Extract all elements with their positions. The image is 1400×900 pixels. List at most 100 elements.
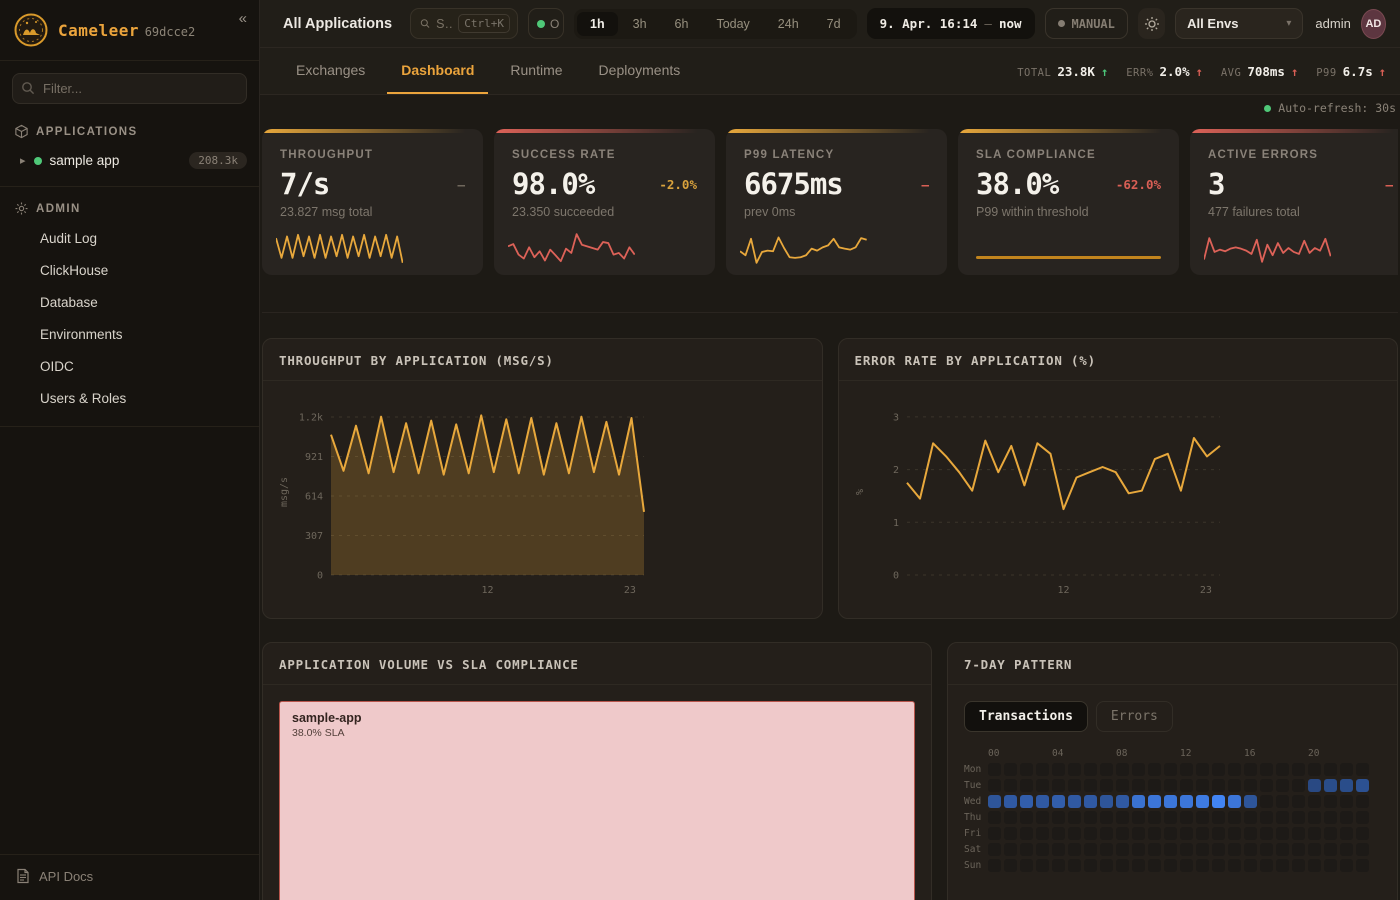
- main-area: All Applications S… Ctrl+K O 1h3h6hToday…: [260, 0, 1400, 900]
- heatmap-cell: [1228, 827, 1241, 840]
- time-range-6h[interactable]: 6h: [662, 12, 702, 36]
- sidebar-collapse-icon[interactable]: «: [239, 10, 247, 27]
- heatmap-cell: [1004, 843, 1017, 856]
- kpi-card-p99-latency[interactable]: P99 LATENCY6675ms–prev 0ms: [726, 129, 947, 275]
- mode-button-errors[interactable]: Errors: [1096, 701, 1173, 732]
- heatmap-cell: [1132, 795, 1145, 808]
- connection-status-button[interactable]: O: [528, 8, 564, 39]
- trend-arrow-icon: ↑: [1196, 65, 1203, 79]
- hour-label: [1196, 748, 1212, 759]
- admin-section-label: ADMIN: [36, 203, 81, 215]
- kpi-card-active-errors[interactable]: ACTIVE ERRORS3–477 failures total: [1190, 129, 1398, 275]
- throughput-chart-panel: THROUGHPUT BY APPLICATION (MSG/S) 1.2k92…: [262, 338, 823, 619]
- heatmap-cell: [1276, 811, 1289, 824]
- treemap-cell-sample-app[interactable]: sample-app 38.0% SLA: [279, 701, 915, 900]
- heatmap-cell: [1164, 811, 1177, 824]
- bottom-row: APPLICATION VOLUME VS SLA COMPLIANCE sam…: [262, 642, 1398, 900]
- stat-err: ERR%2.0%↑: [1126, 64, 1203, 79]
- sidebar-item-oidc[interactable]: OIDC: [0, 352, 259, 382]
- heatmap-cell: [1020, 795, 1033, 808]
- kpi-card-sla-compliance[interactable]: SLA COMPLIANCE38.0%-62.0%P99 within thre…: [958, 129, 1179, 275]
- heatmap-cell: [988, 827, 1001, 840]
- heatmap-cell: [1292, 779, 1305, 792]
- heatmap-cell: [1308, 779, 1321, 792]
- kpi-subtext: 477 failures total: [1208, 205, 1393, 219]
- brand-text: Cameleer 69dcce2: [58, 21, 195, 40]
- kpi-value-row: 38.0%-62.0%: [976, 167, 1161, 201]
- heatmap-cell: [1036, 779, 1049, 792]
- svg-text:921: 921: [305, 452, 323, 463]
- heatmap-cell: [1052, 859, 1065, 872]
- manual-refresh-button[interactable]: MANUAL: [1045, 8, 1128, 39]
- kpi-sparkline: [508, 229, 635, 267]
- heatmap-cell: [1084, 811, 1097, 824]
- sidebar-item-sample-app[interactable]: ▸ sample app 208.3k: [0, 145, 259, 176]
- heatmap-cell: [1084, 795, 1097, 808]
- hour-label: [1004, 748, 1020, 759]
- avatar[interactable]: AD: [1361, 9, 1386, 39]
- chevron-right-icon[interactable]: ▸: [20, 154, 26, 167]
- heatmap-cell: [1356, 843, 1369, 856]
- sidebar-item-users-roles[interactable]: Users & Roles: [0, 384, 259, 414]
- theme-toggle-button[interactable]: [1138, 8, 1165, 39]
- heatmap-cell: [1116, 827, 1129, 840]
- sidebar-item-environments[interactable]: Environments: [0, 320, 259, 350]
- tab-deployments[interactable]: Deployments: [585, 48, 695, 94]
- filter-input[interactable]: [12, 73, 247, 104]
- panel-header: ERROR RATE BY APPLICATION (%): [839, 339, 1398, 381]
- connection-status-label: O: [550, 17, 559, 31]
- kpi-subtext: 23.827 msg total: [280, 205, 465, 219]
- sidebar-item-audit-log[interactable]: Audit Log: [0, 224, 259, 254]
- hour-label: 04: [1052, 748, 1068, 759]
- heatmap-cell: [1212, 795, 1225, 808]
- heatmap-cell: [1132, 827, 1145, 840]
- time-range-7d[interactable]: 7d: [814, 12, 854, 36]
- stat-label: ERR%: [1126, 67, 1153, 79]
- mode-button-transactions[interactable]: Transactions: [964, 701, 1088, 732]
- heatmap-cell: [1100, 779, 1113, 792]
- heatmap-cell: [1228, 843, 1241, 856]
- stat-value: 708ms: [1247, 64, 1285, 79]
- kpi-card-throughput[interactable]: THROUGHPUT7/s–23.827 msg total: [262, 129, 483, 275]
- hour-label: [1324, 748, 1340, 759]
- global-search-input[interactable]: S… Ctrl+K: [410, 8, 518, 39]
- tab-dashboard[interactable]: Dashboard: [387, 48, 488, 94]
- kpi-delta: –: [1385, 177, 1393, 192]
- chevron-down-icon: ▾: [1286, 18, 1291, 29]
- kpi-card-success-rate[interactable]: SUCCESS RATE98.0%-2.0%23.350 succeeded: [494, 129, 715, 275]
- sidebar-item-clickhouse[interactable]: ClickHouse: [0, 256, 259, 286]
- hour-label: [1212, 748, 1228, 759]
- sidebar-item-database[interactable]: Database: [0, 288, 259, 318]
- sidebar-filter: [12, 73, 247, 104]
- heatmap-cell: [1244, 843, 1257, 856]
- trend-arrow-icon: ↑: [1101, 65, 1108, 79]
- heatmap-cell: [1212, 843, 1225, 856]
- heatmap-cell: [1196, 859, 1209, 872]
- heatmap-cell: [1196, 827, 1209, 840]
- date-range-button[interactable]: 9. Apr. 16:14 – now: [867, 8, 1035, 39]
- tab-exchanges[interactable]: Exchanges: [282, 48, 379, 94]
- sidebar-item-api-docs[interactable]: API Docs: [0, 854, 259, 900]
- heatmap-cell: [1356, 795, 1369, 808]
- time-range-today[interactable]: Today: [703, 12, 762, 36]
- time-range-3h[interactable]: 3h: [620, 12, 660, 36]
- heatmap-cell: [1196, 795, 1209, 808]
- tab-runtime[interactable]: Runtime: [496, 48, 576, 94]
- heatmap-cell: [1052, 779, 1065, 792]
- online-status-dot: [537, 20, 545, 28]
- heatmap-cell: [1228, 779, 1241, 792]
- kpi-accent-bar: [262, 129, 483, 133]
- panel-header: APPLICATION VOLUME VS SLA COMPLIANCE: [263, 643, 931, 685]
- heatmap-cell: [1164, 795, 1177, 808]
- treemap-app-sla: 38.0% SLA: [292, 727, 902, 739]
- heatmap-cell: [1036, 763, 1049, 776]
- time-range-24h[interactable]: 24h: [765, 12, 812, 36]
- env-select[interactable]: All Envs ▾: [1175, 8, 1303, 39]
- heatmap-cell: [1004, 811, 1017, 824]
- heatmap-cell: [1180, 795, 1193, 808]
- heatmap-cell: [1084, 859, 1097, 872]
- charts-row: THROUGHPUT BY APPLICATION (MSG/S) 1.2k92…: [262, 338, 1398, 619]
- heatmap-row-mon: Mon: [964, 763, 1381, 776]
- heatmap-cell: [1052, 843, 1065, 856]
- time-range-1h[interactable]: 1h: [577, 12, 618, 36]
